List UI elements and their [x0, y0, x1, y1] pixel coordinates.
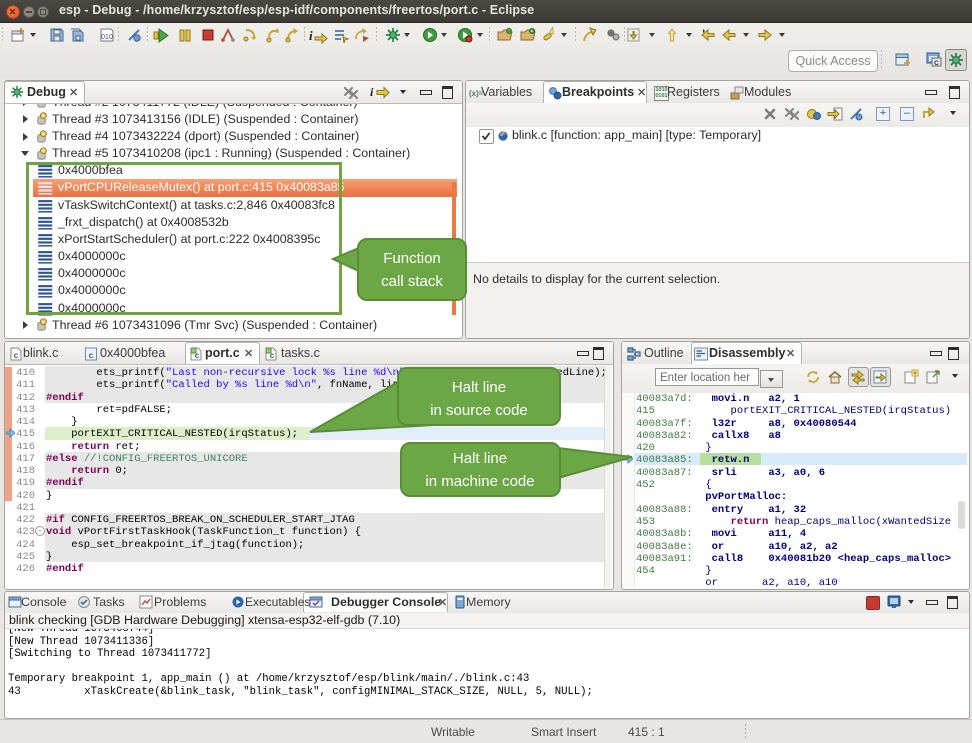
svg-text:c: c — [270, 351, 275, 360]
svg-text:010: 010 — [101, 34, 113, 41]
svg-text:c: c — [89, 351, 94, 360]
svg-text:c: c — [195, 351, 200, 360]
svg-text:C: C — [934, 60, 939, 67]
svg-text:c: c — [14, 351, 19, 360]
